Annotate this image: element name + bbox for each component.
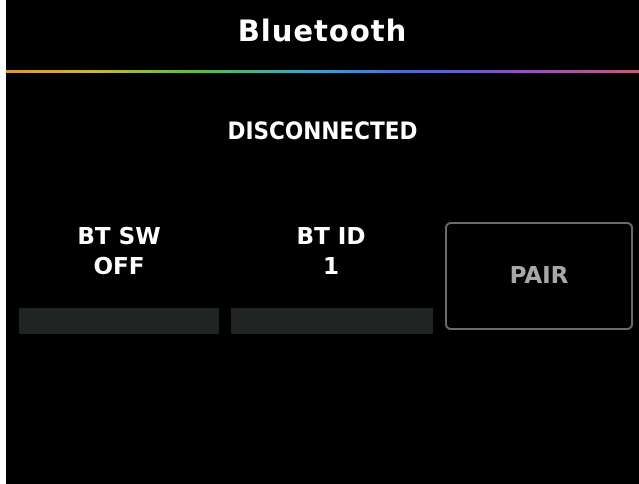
connection-status: DISCONNECTED	[227, 117, 418, 145]
bt-id-parameter[interactable]: BT ID 1	[231, 222, 431, 282]
bt-switch-value: OFF	[93, 254, 145, 280]
page-title: Bluetooth	[237, 14, 408, 48]
bt-switch-parameter[interactable]: BT SW OFF	[19, 222, 219, 282]
bt-id-value: 1	[322, 254, 339, 280]
title-divider	[6, 70, 639, 73]
bt-id-label: BT ID	[296, 224, 366, 250]
bt-switch-value-bar[interactable]	[19, 308, 219, 334]
bt-switch-label: BT SW	[77, 224, 161, 250]
bluetooth-screen: Bluetooth DISCONNECTED BT SW OFF BT ID 1…	[6, 0, 639, 484]
bt-id-value-bar[interactable]	[231, 308, 433, 334]
pair-button[interactable]: PAIR	[445, 222, 633, 330]
